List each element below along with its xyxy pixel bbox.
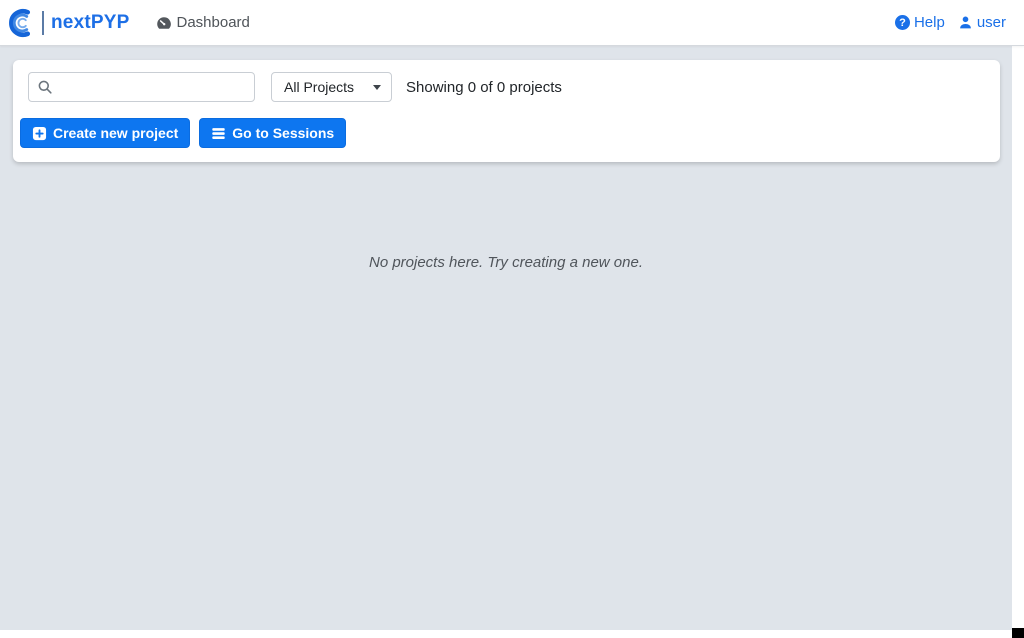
actions-row: Create new project Go to Sessions <box>20 118 1000 148</box>
corner-artifact <box>1012 628 1024 638</box>
plus-square-icon <box>32 126 47 141</box>
help-link[interactable]: ? Help <box>895 14 945 31</box>
user-menu-label: user <box>977 14 1006 31</box>
search-input[interactable] <box>28 72 255 102</box>
question-circle-icon: ? <box>895 15 910 30</box>
projects-toolbar-card: All Projects Showing 0 of 0 projects Cre… <box>13 60 1000 162</box>
caret-down-icon <box>373 85 381 90</box>
go-to-sessions-label: Go to Sessions <box>232 125 334 141</box>
brand-divider <box>42 11 44 35</box>
nav-item-dashboard[interactable]: Dashboard <box>156 14 250 31</box>
nextpyp-wave-logo-icon <box>8 8 38 38</box>
top-navbar: nextPYP Dashboard ? Help user <box>0 0 1024 46</box>
brand-home-link[interactable]: nextPYP <box>8 8 130 38</box>
go-to-sessions-button[interactable]: Go to Sessions <box>199 118 346 148</box>
stack-icon <box>211 126 226 141</box>
create-new-project-label: Create new project <box>53 125 178 141</box>
brand-name: nextPYP <box>51 12 130 34</box>
project-filter-value: All Projects <box>284 79 354 95</box>
search-box <box>28 72 255 102</box>
user-menu-link[interactable]: user <box>958 14 1006 31</box>
filter-row: All Projects Showing 0 of 0 projects <box>13 60 1000 102</box>
nav-item-dashboard-label: Dashboard <box>177 14 250 31</box>
main-content: All Projects Showing 0 of 0 projects Cre… <box>0 46 1012 630</box>
empty-state-message: No projects here. Try creating a new one… <box>0 254 1012 271</box>
tachometer-icon <box>156 15 172 31</box>
results-summary: Showing 0 of 0 projects <box>406 79 562 96</box>
project-filter-select[interactable]: All Projects <box>271 72 392 102</box>
create-new-project-button[interactable]: Create new project <box>20 118 190 148</box>
person-icon <box>958 15 973 30</box>
help-link-label: Help <box>914 14 945 31</box>
